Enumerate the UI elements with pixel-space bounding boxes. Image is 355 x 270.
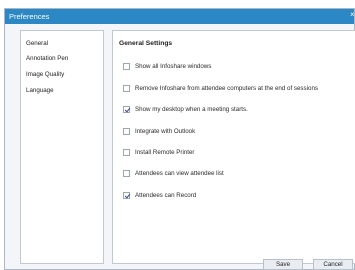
preferences-sidebar: General Annotation Pen Image Quality Lan… [20, 30, 104, 264]
window-title: Preferences [9, 12, 50, 21]
save-button[interactable]: Save [263, 259, 303, 270]
cancel-button[interactable]: Cancel [313, 259, 353, 270]
general-settings-panel: General Settings Show all Infoshare wind… [112, 30, 355, 264]
checkbox[interactable] [123, 105, 130, 113]
checkbox[interactable] [123, 169, 130, 177]
option-show-desktop[interactable]: Show my desktop when a meeting starts. [123, 105, 248, 113]
option-label: Attendees can view attendee list [135, 169, 224, 177]
option-label: Show all Infoshare windows [135, 62, 212, 70]
checkbox[interactable] [123, 127, 130, 135]
option-remove-infoshare[interactable]: Remove Infoshare from attendee computers… [123, 84, 318, 92]
checkbox[interactable] [123, 62, 130, 70]
close-icon[interactable]: × [350, 10, 355, 19]
option-label: Attendees can Record [135, 191, 197, 199]
title-bar[interactable]: Preferences × [5, 9, 355, 24]
option-label: Show my desktop when a meeting starts. [135, 105, 248, 113]
checkbox[interactable] [123, 148, 130, 156]
sidebar-item-general[interactable]: General [26, 40, 48, 47]
option-install-remote-printer[interactable]: Install Remote Printer [123, 148, 195, 156]
option-attendees-record[interactable]: Attendees can Record [123, 191, 196, 199]
sidebar-item-annotation-pen[interactable]: Annotation Pen [26, 55, 68, 62]
sidebar-item-image-quality[interactable]: Image Quality [26, 71, 64, 78]
option-label: Integrate with Outlook [135, 127, 196, 135]
panel-title: General Settings [119, 40, 173, 47]
option-show-all-windows[interactable]: Show all Infoshare windows [123, 62, 211, 70]
checkbox[interactable] [123, 84, 130, 92]
option-label: Remove Infoshare from attendee computers… [135, 84, 318, 92]
option-integrate-outlook[interactable]: Integrate with Outlook [123, 127, 195, 135]
preferences-window: Preferences × General Annotation Pen Ima… [4, 8, 355, 270]
sidebar-item-language[interactable]: Language [26, 87, 54, 94]
option-attendees-view-list[interactable]: Attendees can view attendee list [123, 169, 224, 177]
checkbox[interactable] [123, 191, 130, 199]
option-label: Install Remote Printer [135, 148, 195, 156]
